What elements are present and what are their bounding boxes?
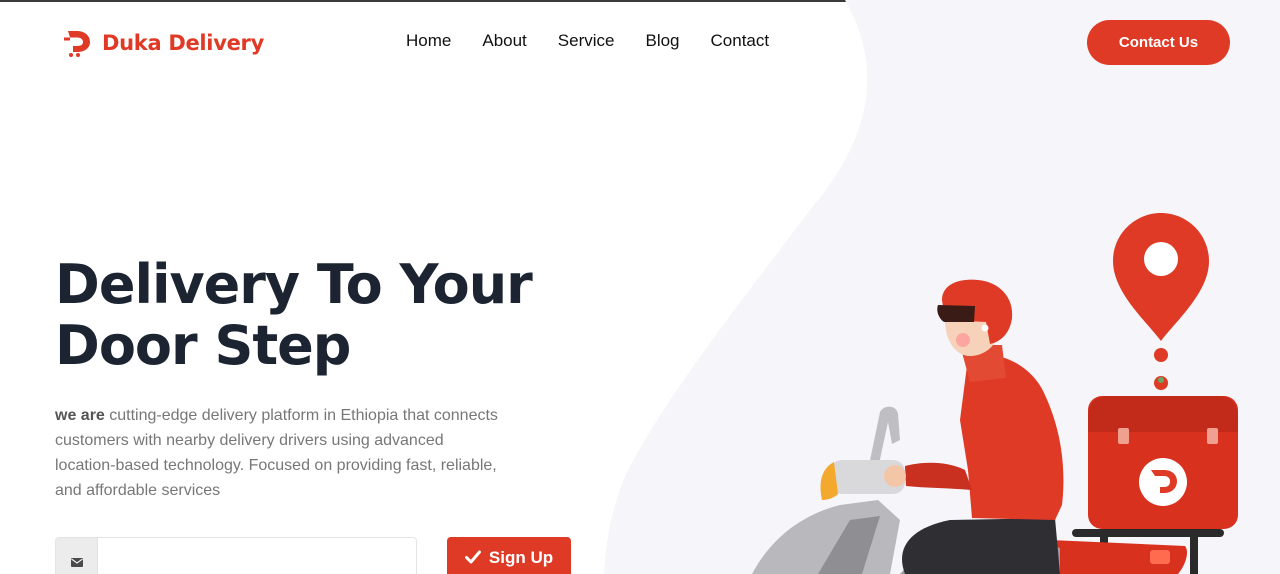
email-input-group [55,537,417,574]
brand-name: Duka Delivery [102,31,264,55]
sign-up-button[interactable]: Sign Up [447,537,571,574]
scooter-courier-illustration [752,213,1238,574]
envelope-icon [70,557,83,567]
brand-logo[interactable]: Duka Delivery [62,28,264,58]
main-nav: Home About Service Blog Contact [406,31,769,51]
nav-contact[interactable]: Contact [711,31,770,51]
hero-title-line-1: Delivery To Your [55,253,533,316]
check-icon [464,550,481,564]
hero-description-lead: we are [55,407,105,424]
location-pin-icon [1113,213,1209,390]
nav-home[interactable]: Home [406,31,451,51]
hero-title-line-2: Door Step [55,314,351,377]
nav-blog[interactable]: Blog [645,31,679,51]
nav-service[interactable]: Service [558,31,615,51]
nav-about[interactable]: About [482,31,526,51]
hero-description-body: cutting-edge delivery platform in Ethiop… [55,407,498,499]
hero-title: Delivery To Your Door Step [55,254,575,376]
email-prefix [56,538,98,574]
sign-up-label: Sign Up [488,548,554,567]
delivery-d-cart-icon [64,31,90,57]
hero-description: we are cutting-edge delivery platform in… [55,403,505,503]
courier-rider [884,279,1064,574]
email-input[interactable] [98,538,416,574]
contact-us-button[interactable]: Contact Us [1087,20,1230,65]
